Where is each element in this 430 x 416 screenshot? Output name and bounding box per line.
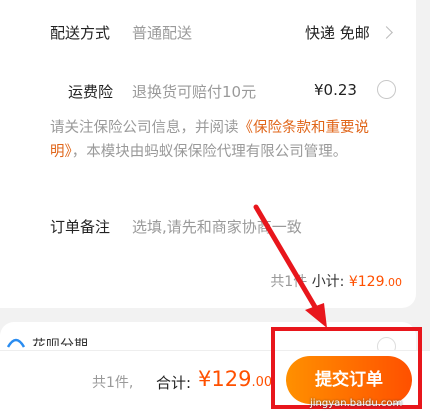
- watermark-text: jingyan.baidu.com: [310, 398, 403, 409]
- annotation-arrow-icon: [253, 204, 327, 328]
